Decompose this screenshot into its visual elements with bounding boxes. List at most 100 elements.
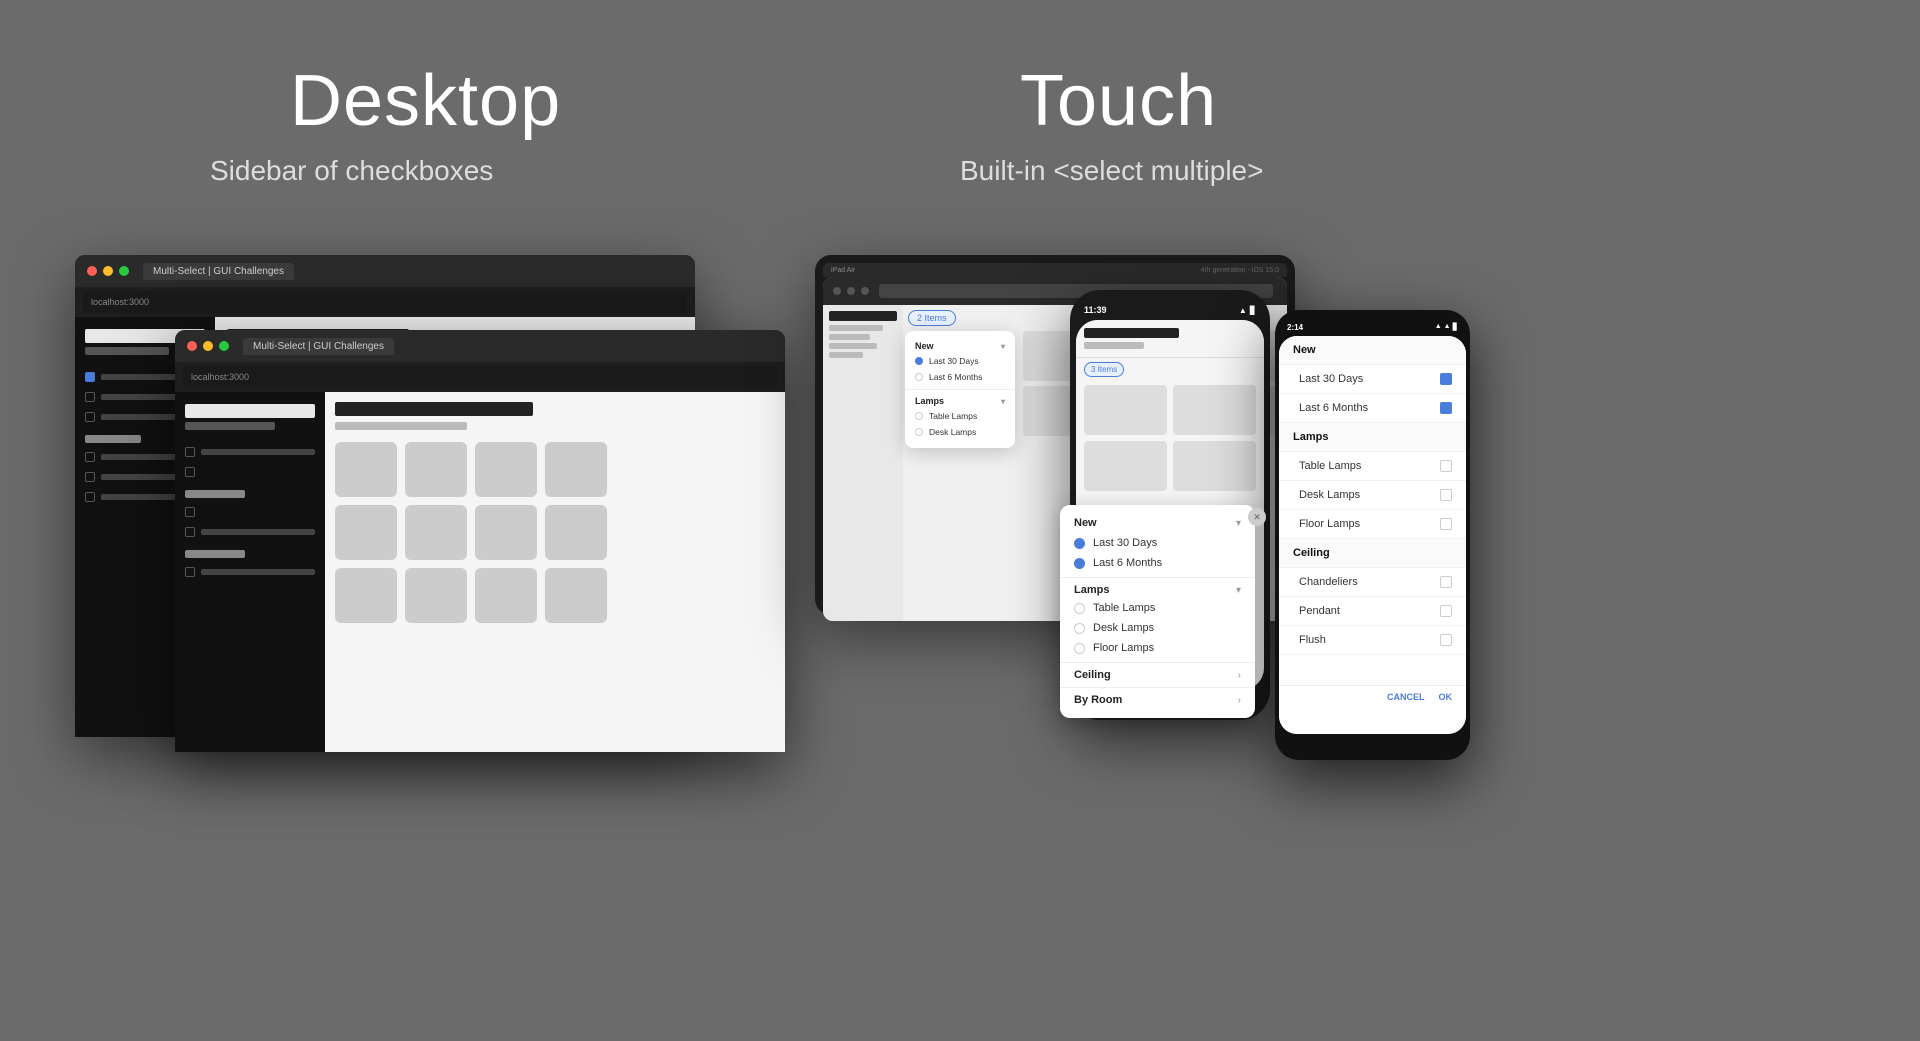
inner-sidebar-item-2[interactable] (175, 462, 325, 482)
ios-ceiling-label: Ceiling (1074, 669, 1111, 681)
android-chandeliers-label: Chandeliers (1299, 576, 1358, 588)
ios-tablelamps-item[interactable]: Table Lamps (1060, 598, 1255, 618)
wifi-icon: ▲ (1239, 306, 1247, 315)
ios-desklamps-item[interactable]: Desk Lamps (1060, 618, 1255, 638)
ios-lamps-label: Lamps (1074, 584, 1109, 596)
inner-main-sub (335, 422, 467, 430)
ios-tablelamps-label: Table Lamps (1093, 602, 1155, 614)
android-chandeliers-cb[interactable] (1440, 576, 1452, 588)
inner-sidebar-item-5[interactable] (175, 562, 325, 582)
android-pendant-item[interactable]: Pendant (1279, 597, 1466, 626)
ipad-label: iPad Air (831, 267, 855, 274)
inner-label-4 (201, 529, 315, 535)
inner-grid-6 (405, 505, 467, 560)
ios-desklamps-radio (1074, 623, 1085, 634)
dropdown-desklamps-item[interactable]: Desk Lamps (905, 424, 1015, 440)
dropdown-last30-label: Last 30 Days (929, 356, 979, 366)
android-frame: 2:14 ▲ ▲ ▊ New Last 30 Days Last 6 Month… (1275, 310, 1470, 760)
inner-cb-5[interactable] (185, 567, 195, 577)
ipad-sidebar (823, 305, 903, 621)
sidebar-cb-5[interactable] (85, 472, 95, 482)
android-last6-cb[interactable] (1440, 402, 1452, 414)
iphone-grid (1076, 381, 1264, 495)
inner-sidebar-header-sm (185, 422, 275, 430)
desktop-title: Desktop (290, 60, 561, 142)
sidebar-cb-4[interactable] (85, 452, 95, 462)
android-time: 2:14 (1287, 323, 1303, 332)
sidebar-cb-6[interactable] (85, 492, 95, 502)
android-lamps-label: Lamps (1293, 431, 1328, 443)
items-badge-ipad[interactable]: 2 Items (908, 310, 956, 326)
android-pendant-cb[interactable] (1440, 605, 1452, 617)
android-flush-item[interactable]: Flush (1279, 626, 1466, 655)
android-last6-label: Last 6 Months (1299, 402, 1368, 414)
inner-cb-4[interactable] (185, 527, 195, 537)
android-flush-cb[interactable] (1440, 634, 1452, 646)
inner-cb-3[interactable] (185, 507, 195, 517)
items-badge-iphone[interactable]: 3 Items (1084, 362, 1124, 377)
desktop-browser-inner: Multi-Select | GUI Challenges localhost:… (175, 330, 785, 750)
ios-last6-item[interactable]: Last 6 Months (1060, 553, 1255, 573)
sidebar-cb-3[interactable] (85, 412, 95, 422)
browser-address-outer: localhost:3000 (83, 291, 687, 313)
inner-grid-12 (545, 568, 607, 623)
dropdown-new-header: New ▾ (905, 339, 1015, 353)
android-ceiling-label: Ceiling (1293, 547, 1330, 559)
ipad-dot-2 (847, 287, 855, 295)
ipad-sb-l4 (829, 352, 863, 358)
android-floorlamps-item[interactable]: Floor Lamps (1279, 510, 1466, 539)
inner-grid-1 (335, 442, 397, 497)
browser-tab-outer: Multi-Select | GUI Challenges (143, 263, 294, 280)
dropdown-last30-radio (915, 357, 923, 365)
inner-cb-2[interactable] (185, 467, 195, 477)
inner-cb-1[interactable] (185, 447, 195, 457)
iphone-header (1076, 320, 1264, 358)
iphone-g-3 (1084, 441, 1167, 491)
inner-main (325, 392, 785, 752)
inner-sidebar-item-4[interactable] (175, 522, 325, 542)
android-last6-item[interactable]: Last 6 Months (1279, 394, 1466, 423)
ios-floorlamps-item[interactable]: Floor Lamps (1060, 638, 1255, 658)
ios-last30-item[interactable]: Last 30 Days (1060, 533, 1255, 553)
inner-section-2 (185, 550, 245, 558)
ios-chevron-new: ▾ (1236, 518, 1241, 529)
android-new-header: New (1279, 336, 1466, 365)
ios-dd-new-label: New (1074, 517, 1097, 529)
dropdown-tablelamps-radio (915, 412, 923, 420)
inner-sidebar-item-3[interactable] (175, 502, 325, 522)
android-ok-btn[interactable]: OK (1439, 692, 1453, 702)
android-last30-item[interactable]: Last 30 Days (1279, 365, 1466, 394)
inner-grid-10 (405, 568, 467, 623)
iphone-time: 11:39 (1084, 305, 1107, 315)
ios-close-button[interactable]: ✕ (1248, 508, 1266, 526)
android-desklamps-cb[interactable] (1440, 489, 1452, 501)
inner-sidebar (175, 392, 325, 692)
browser-content-inner (175, 392, 785, 752)
dropdown-last6-radio (915, 373, 923, 381)
browser-url-outer: localhost:3000 (91, 297, 149, 307)
android-tablelamps-item[interactable]: Table Lamps (1279, 452, 1466, 481)
inner-sidebar-item-1[interactable] (175, 442, 325, 462)
android-floorlamps-cb[interactable] (1440, 518, 1452, 530)
inner-dot-green (219, 341, 229, 351)
inner-grid-9 (335, 568, 397, 623)
android-wifi-icon: ▲ (1444, 323, 1451, 331)
iphone-h2 (1084, 342, 1144, 349)
android-chandeliers-item[interactable]: Chandeliers (1279, 568, 1466, 597)
dropdown-last6-item[interactable]: Last 6 Months (905, 369, 1015, 385)
android-desklamps-label: Desk Lamps (1299, 489, 1360, 501)
sidebar-cb-1[interactable] (85, 372, 95, 382)
android-cancel-btn[interactable]: CANCEL (1387, 692, 1425, 702)
inner-sidebar-header (185, 404, 315, 418)
android-desklamps-item[interactable]: Desk Lamps (1279, 481, 1466, 510)
browser-toolbar-outer: Multi-Select | GUI Challenges (75, 255, 695, 287)
desktop-subtitle: Sidebar of checkboxes (210, 155, 493, 187)
android-last30-cb[interactable] (1440, 373, 1452, 385)
sidebar-cb-2[interactable] (85, 392, 95, 402)
browser-toolbar-inner: Multi-Select | GUI Challenges (175, 330, 785, 362)
iphone-g-4 (1173, 441, 1256, 491)
inner-grid-row-2 (335, 505, 775, 560)
android-tablelamps-cb[interactable] (1440, 460, 1452, 472)
dropdown-tablelamps-item[interactable]: Table Lamps (905, 408, 1015, 424)
dropdown-last30-item[interactable]: Last 30 Days (905, 353, 1015, 369)
